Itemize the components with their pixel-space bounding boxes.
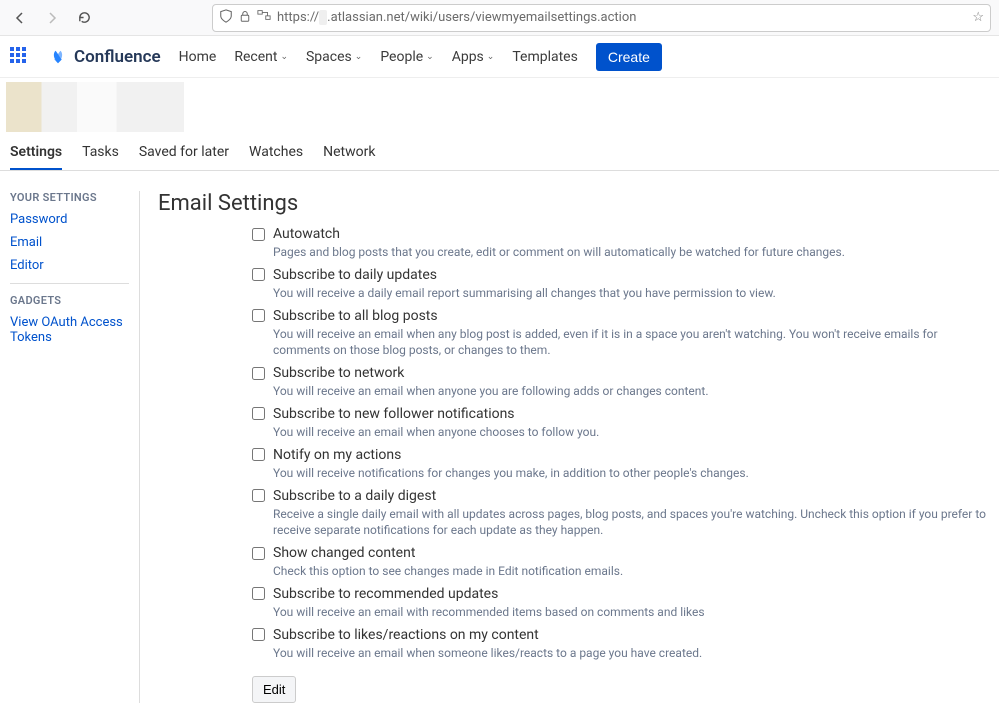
setting-checkbox-5[interactable] <box>252 448 265 461</box>
tab-settings[interactable]: Settings <box>10 136 62 170</box>
brand-name: Confluence <box>74 47 161 67</box>
setting-label: Subscribe to a daily digest <box>273 488 436 504</box>
setting-row: Subscribe to recommended updates You wil… <box>252 586 989 621</box>
nav-people[interactable]: People⌄ <box>380 49 433 65</box>
shield-icon <box>219 9 233 27</box>
nav-back-button[interactable] <box>8 6 32 30</box>
setting-description: You will receive an email when someone l… <box>273 645 989 662</box>
setting-checkbox-4[interactable] <box>252 407 265 420</box>
setting-label: Subscribe to daily updates <box>273 267 437 283</box>
sidebar-heading-your-settings: YOUR SETTINGS <box>10 191 129 204</box>
setting-description: You will receive an email with recommend… <box>273 604 989 621</box>
chevron-down-icon: ⌄ <box>355 52 363 62</box>
setting-label: Show changed content <box>273 545 415 561</box>
page-title: Email Settings <box>158 191 989 216</box>
setting-description: Check this option to see changes made in… <box>273 563 989 580</box>
url-text: https://.atlassian.net/wiki/users/viewmy… <box>277 10 966 25</box>
setting-row: Notify on my actions You will receive no… <box>252 447 989 482</box>
tab-watches[interactable]: Watches <box>249 136 303 170</box>
lock-icon <box>239 9 251 27</box>
sidebar-link-email[interactable]: Email <box>10 235 129 250</box>
nav-reload-button[interactable] <box>72 6 96 30</box>
setting-description: You will receive notifications for chang… <box>273 465 989 482</box>
setting-description: You will receive a daily email report su… <box>273 285 989 302</box>
app-switcher-icon[interactable] <box>10 47 30 67</box>
setting-row: Subscribe to network You will receive an… <box>252 365 989 400</box>
setting-description: You will receive an email when anyone yo… <box>273 383 989 400</box>
sidebar-link-oauth[interactable]: View OAuth Access Tokens <box>10 315 129 345</box>
tab-tasks[interactable]: Tasks <box>82 136 119 170</box>
browser-chrome: https://.atlassian.net/wiki/users/viewmy… <box>0 0 999 36</box>
edit-button[interactable]: Edit <box>252 676 296 703</box>
address-bar[interactable]: https://.atlassian.net/wiki/users/viewmy… <box>212 4 991 32</box>
setting-checkbox-7[interactable] <box>252 547 265 560</box>
setting-checkbox-0[interactable] <box>252 228 265 241</box>
setting-row: Subscribe to all blog posts You will rec… <box>252 308 989 360</box>
nav-forward-button[interactable] <box>40 6 64 30</box>
page-header-placeholder <box>6 82 184 132</box>
setting-label: Autowatch <box>273 226 340 242</box>
permissions-icon <box>257 9 271 27</box>
nav-recent[interactable]: Recent⌄ <box>234 49 288 65</box>
setting-description: You will receive an email when any blog … <box>273 326 989 360</box>
sidebar-link-password[interactable]: Password <box>10 212 129 227</box>
profile-tabs: Settings Tasks Saved for later Watches N… <box>0 136 999 171</box>
setting-label: Subscribe to all blog posts <box>273 308 438 324</box>
setting-checkbox-2[interactable] <box>252 309 265 322</box>
setting-label: Subscribe to likes/reactions on my conte… <box>273 627 539 643</box>
top-navigation: Confluence Home Recent⌄ Spaces⌄ People⌄ … <box>0 36 999 78</box>
chevron-down-icon: ⌄ <box>487 52 495 62</box>
setting-label: Notify on my actions <box>273 447 401 463</box>
nav-home[interactable]: Home <box>179 49 217 65</box>
chevron-down-icon: ⌄ <box>426 52 434 62</box>
bookmark-star-icon[interactable]: ☆ <box>972 10 984 25</box>
setting-label: Subscribe to recommended updates <box>273 586 498 602</box>
nav-apps[interactable]: Apps⌄ <box>452 49 495 65</box>
setting-checkbox-6[interactable] <box>252 489 265 502</box>
setting-checkbox-3[interactable] <box>252 367 265 380</box>
setting-description: Pages and blog posts that you create, ed… <box>273 244 989 261</box>
setting-checkbox-1[interactable] <box>252 268 265 281</box>
setting-row: Autowatch Pages and blog posts that you … <box>252 226 989 261</box>
setting-checkbox-9[interactable] <box>252 628 265 641</box>
tab-network[interactable]: Network <box>323 136 375 170</box>
setting-description: Receive a single daily email with all up… <box>273 506 989 540</box>
setting-row: Subscribe to likes/reactions on my conte… <box>252 627 989 662</box>
settings-sidebar: YOUR SETTINGS Password Email Editor GADG… <box>10 191 140 703</box>
setting-label: Subscribe to new follower notifications <box>273 406 515 422</box>
setting-row: Show changed content Check this option t… <box>252 545 989 580</box>
brand-logo[interactable]: Confluence <box>48 47 161 67</box>
setting-label: Subscribe to network <box>273 365 404 381</box>
setting-description: You will receive an email when anyone ch… <box>273 424 989 441</box>
setting-checkbox-8[interactable] <box>252 587 265 600</box>
email-settings-list: Autowatch Pages and blog posts that you … <box>252 226 989 703</box>
nav-spaces[interactable]: Spaces⌄ <box>306 49 362 65</box>
setting-row: Subscribe to daily updates You will rece… <box>252 267 989 302</box>
sidebar-link-editor[interactable]: Editor <box>10 258 129 273</box>
tab-saved[interactable]: Saved for later <box>139 136 229 170</box>
setting-row: Subscribe to new follower notifications … <box>252 406 989 441</box>
create-button[interactable]: Create <box>596 43 662 71</box>
sidebar-heading-gadgets: GADGETS <box>10 294 129 307</box>
chevron-down-icon: ⌄ <box>280 52 288 62</box>
nav-templates[interactable]: Templates <box>512 49 578 65</box>
setting-row: Subscribe to a daily digest Receive a si… <box>252 488 989 540</box>
